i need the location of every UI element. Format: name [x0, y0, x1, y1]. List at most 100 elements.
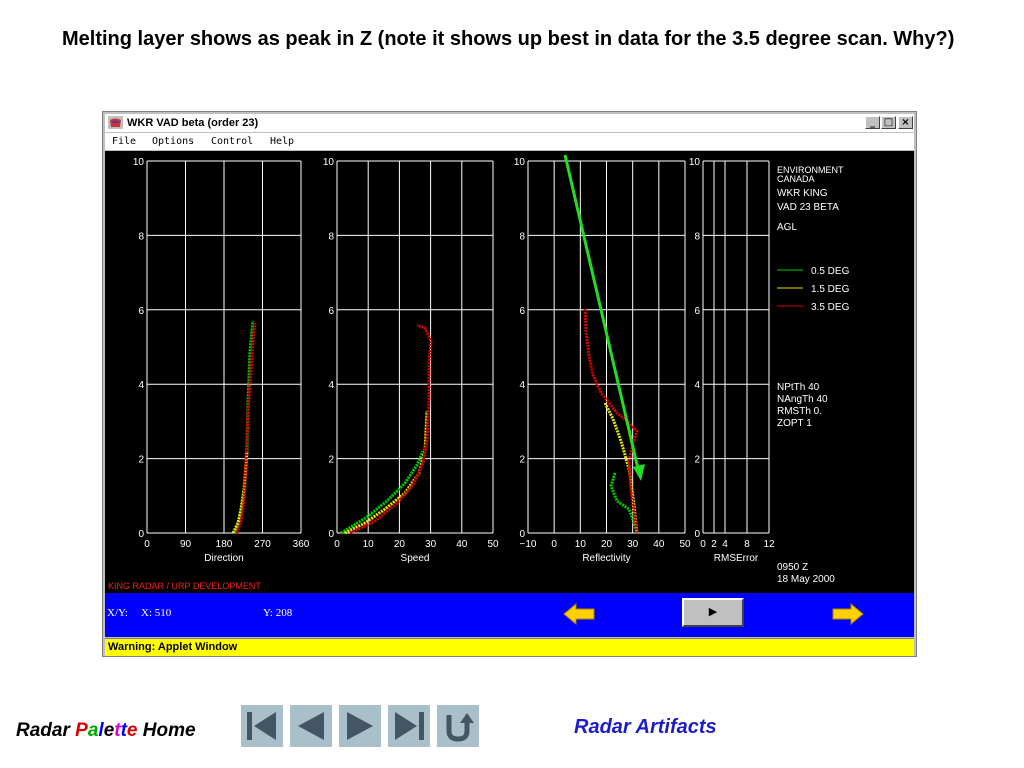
- x-tick-label: 10: [575, 539, 587, 550]
- y-tick-label: 10: [514, 157, 526, 168]
- speed-trace-0.5deg: [340, 450, 425, 535]
- vad-plot-area[interactable]: 0 2 4 6 8 10 0 90 180 270 360 Direction 0 2 4 6 8 10 0 10 20…: [105, 151, 914, 593]
- previous-arrow-icon[interactable]: [563, 603, 595, 625]
- close-button[interactable]: ×: [898, 116, 913, 129]
- x-tick-label: 30: [425, 539, 437, 550]
- x-tick-label: 12: [763, 539, 775, 550]
- palette-letter: e: [103, 720, 115, 741]
- x-axis-label: Direction: [204, 553, 243, 564]
- info-vad: VAD 23 BETA: [777, 202, 839, 213]
- previous-icon: [298, 712, 324, 740]
- vad-profile-plots: 02468100 90 180 270 360Direction02468100 10 20…: [108, 154, 850, 591]
- palette-letter: a: [87, 720, 99, 741]
- y-tick-label: 2: [328, 455, 334, 466]
- info-param: RMSTh 0.: [777, 406, 822, 417]
- x-tick-label: 0: [144, 539, 150, 550]
- reflectivity-trace-3.5deg: [583, 308, 639, 534]
- y-tick-label: 4: [519, 380, 525, 391]
- menu-options[interactable]: Options: [152, 135, 194, 148]
- y-tick-label: 6: [138, 306, 144, 317]
- minimize-button[interactable]: _: [865, 116, 880, 129]
- home-suffix: Home: [137, 720, 196, 741]
- x-tick-label: 0: [334, 539, 340, 550]
- first-slide-button[interactable]: [241, 705, 283, 747]
- previous-slide-button[interactable]: [290, 705, 332, 747]
- menu-help[interactable]: Help: [270, 135, 294, 148]
- y-readout: Y: 208: [263, 607, 293, 619]
- radar-palette-home-link[interactable]: Radar Palette Home: [16, 720, 196, 742]
- x-tick-label: 0: [700, 539, 706, 550]
- skip-to-last-icon: [395, 712, 424, 740]
- y-tick-label: 2: [519, 455, 525, 466]
- x-tick-label: 20: [601, 539, 613, 550]
- direction-trace-0.5deg: [233, 320, 255, 534]
- play-button[interactable]: ▶: [682, 598, 744, 627]
- next-slide-button[interactable]: [339, 705, 381, 747]
- y-tick-label: 2: [694, 455, 700, 466]
- x-axis-label: Reflectivity: [582, 553, 630, 564]
- x-tick-label: −10: [520, 539, 537, 550]
- y-tick-label: 8: [519, 231, 525, 242]
- legend-label: 0.5 DEG: [811, 266, 850, 277]
- x-readout: X: 510: [141, 607, 172, 619]
- skip-to-first-icon: [247, 712, 276, 740]
- menu-file[interactable]: File: [112, 135, 136, 148]
- x-tick-label: 50: [487, 539, 499, 550]
- info-param: ZOPT 1: [777, 418, 812, 429]
- x-tick-label: 4: [722, 539, 728, 550]
- x-tick-label: 40: [653, 539, 665, 550]
- control-bar: X/Y: X: 510 Y: 208 ▶: [105, 593, 914, 637]
- xy-label: X/Y:: [107, 607, 128, 619]
- return-button[interactable]: [437, 705, 479, 747]
- legend-label: 3.5 DEG: [811, 302, 850, 313]
- menu-control[interactable]: Control: [211, 135, 253, 148]
- credit-text: KING RADAR / URP DEVELOPMENT: [108, 581, 261, 591]
- speed-trace-3.5deg: [349, 323, 433, 535]
- slide-title: Melting layer shows as peak in Z (note i…: [62, 28, 955, 50]
- radar-artifacts-link[interactable]: Radar Artifacts: [574, 716, 717, 739]
- y-tick-label: 6: [694, 306, 700, 317]
- x-tick-label: 2: [711, 539, 717, 550]
- legend-label: 1.5 DEG: [811, 284, 850, 295]
- y-tick-label: 2: [138, 455, 144, 466]
- y-tick-label: 4: [138, 380, 144, 391]
- palette-letter: P: [75, 720, 88, 741]
- y-tick-label: 8: [138, 231, 144, 242]
- x-tick-label: 20: [394, 539, 406, 550]
- x-tick-label: 10: [363, 539, 375, 550]
- x-tick-label: 30: [627, 539, 639, 550]
- y-tick-label: 8: [694, 231, 700, 242]
- x-tick-label: 360: [293, 539, 310, 550]
- x-tick-label: 270: [254, 539, 271, 550]
- annotation-arrow-line: [563, 154, 641, 474]
- x-tick-label: 90: [180, 539, 192, 550]
- y-tick-label: 10: [133, 157, 145, 168]
- home-prefix: Radar: [16, 720, 76, 741]
- window-titlebar[interactable]: WKR VAD beta (order 23) _ □ ×: [105, 114, 914, 132]
- y-tick-label: 10: [323, 157, 335, 168]
- x-tick-label: 0: [551, 539, 557, 550]
- y-tick-label: 4: [328, 380, 334, 391]
- last-slide-button[interactable]: [388, 705, 430, 747]
- x-axis-label: RMSError: [714, 553, 759, 564]
- next-arrow-icon[interactable]: [832, 603, 864, 625]
- maximize-button[interactable]: □: [881, 116, 896, 129]
- info-agl: AGL: [777, 222, 797, 233]
- direction-trace-3.5deg: [235, 322, 257, 534]
- y-tick-label: 10: [689, 157, 701, 168]
- y-tick-label: 6: [519, 306, 525, 317]
- java-app-icon: [108, 116, 123, 129]
- annotation-arrow-head: [633, 464, 645, 481]
- y-tick-label: 8: [328, 231, 334, 242]
- applet-warning-bar: Warning: Applet Window: [105, 638, 914, 656]
- applet-window: WKR VAD beta (order 23) _ □ × File Optio…: [102, 111, 917, 657]
- info-org-line2: CANADA: [777, 174, 815, 184]
- x-tick-label: 40: [456, 539, 468, 550]
- info-date: 18 May 2000: [777, 574, 835, 585]
- x-tick-label: 180: [216, 539, 233, 550]
- y-tick-label: 4: [694, 380, 700, 391]
- x-tick-label: 8: [744, 539, 750, 550]
- next-icon: [347, 712, 373, 740]
- y-tick-label: 6: [328, 306, 334, 317]
- applet-warning-text: Warning: Applet Window: [108, 641, 238, 653]
